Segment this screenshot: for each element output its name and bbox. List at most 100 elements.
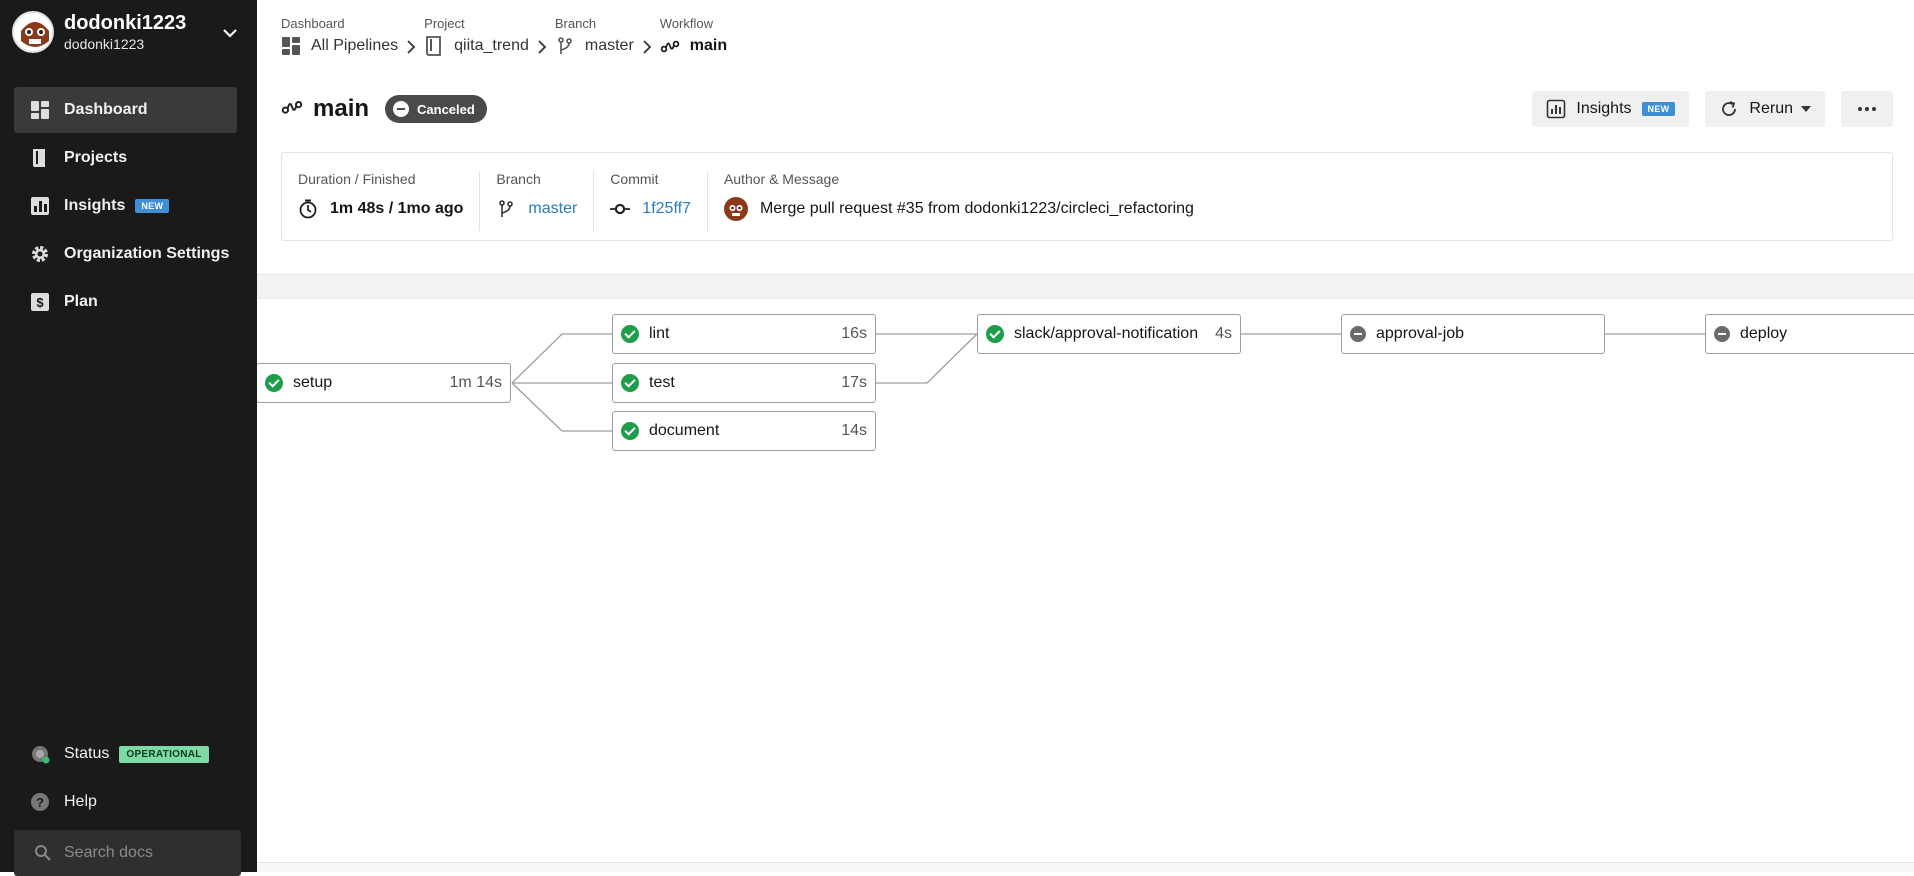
- commit-icon: [610, 199, 631, 219]
- status-badge: OPERATIONAL: [119, 745, 209, 763]
- breadcrumb-value: qiita_trend: [454, 37, 529, 54]
- search-docs-input[interactable]: [64, 844, 234, 862]
- status-badge-label: Canceled: [417, 101, 475, 117]
- page-header: main Canceled: [281, 92, 487, 126]
- horizontal-scrollbar[interactable]: [257, 862, 1914, 872]
- success-icon: [986, 325, 1004, 343]
- main-content: Dashboard All Pipelines Project qiita_tr…: [257, 0, 1914, 872]
- workflow-graph: setup 1m 14s lint 16s test 17s document …: [257, 299, 1914, 862]
- more-icon: [1857, 106, 1877, 112]
- breadcrumb-workflow[interactable]: Workflow main: [660, 16, 727, 60]
- search-docs[interactable]: [14, 830, 241, 876]
- author-label: Author & Message: [723, 171, 840, 187]
- caret-down-icon: [1801, 106, 1811, 112]
- commit-label: Commit: [610, 171, 659, 187]
- job-approval-job[interactable]: approval-job: [1341, 314, 1605, 354]
- commit-info: Commit 1f25ff7: [593, 171, 707, 231]
- workflow-icon: [660, 36, 680, 56]
- job-name: lint: [649, 325, 670, 342]
- sidebar: dodonki1223 dodonki1223 Dashboard Projec…: [0, 0, 257, 876]
- insights-button-label: Insights: [1576, 100, 1632, 117]
- breadcrumb-label: Project: [424, 16, 465, 31]
- job-test[interactable]: test 17s: [612, 363, 876, 403]
- branch-link[interactable]: master: [528, 200, 577, 218]
- gear-icon: [30, 244, 50, 264]
- insights-button[interactable]: Insights NEW: [1532, 91, 1690, 127]
- help-label: Help: [64, 793, 97, 810]
- project-icon: [424, 36, 444, 56]
- help-link[interactable]: ? Help: [14, 778, 241, 826]
- status-icon: [30, 744, 50, 764]
- insights-icon: [30, 196, 50, 216]
- chevron-down-icon[interactable]: [219, 22, 241, 44]
- chevron-right-icon: [634, 16, 660, 60]
- breadcrumb-dashboard[interactable]: Dashboard All Pipelines: [281, 16, 398, 60]
- help-icon: ?: [30, 792, 50, 812]
- sidebar-item-insights[interactable]: Insights NEW: [14, 183, 237, 229]
- rerun-button[interactable]: Rerun: [1705, 91, 1825, 127]
- canceled-icon: [1350, 326, 1366, 342]
- job-duration: 17s: [841, 374, 867, 391]
- timer-icon: [298, 199, 318, 219]
- branch-info: Branch master: [479, 171, 593, 231]
- success-icon: [621, 422, 639, 440]
- status-badge: Canceled: [385, 95, 487, 123]
- job-duration: 16s: [841, 325, 867, 342]
- canceled-icon: [1714, 326, 1730, 342]
- job-duration: 14s: [841, 422, 867, 439]
- sidebar-item-label: Plan: [64, 293, 98, 310]
- page-title: main: [313, 95, 370, 122]
- org-switcher[interactable]: dodonki1223 dodonki1223: [12, 10, 245, 54]
- chevron-right-icon: [398, 16, 424, 60]
- job-setup[interactable]: setup 1m 14s: [257, 363, 511, 403]
- sidebar-item-label: Insights: [64, 197, 126, 214]
- tabs-bar: [257, 274, 1914, 299]
- job-name: test: [649, 374, 675, 391]
- job-slack-approval-notification[interactable]: slack/approval-notification 4s: [977, 314, 1241, 354]
- job-deploy[interactable]: deploy: [1705, 314, 1914, 354]
- status-link[interactable]: Status OPERATIONAL: [14, 730, 241, 778]
- success-icon: [265, 374, 283, 392]
- breadcrumb-value: main: [689, 37, 728, 54]
- breadcrumb-branch[interactable]: Branch master: [555, 16, 634, 60]
- breadcrumb-value: All Pipelines: [311, 37, 399, 54]
- job-duration: 4s: [1215, 325, 1232, 342]
- job-lint[interactable]: lint 16s: [612, 314, 876, 354]
- pipelines-icon: [281, 36, 301, 56]
- commit-message: Merge pull request #35 from dodonki1223/…: [759, 200, 1194, 217]
- breadcrumb-label: Branch: [554, 16, 597, 31]
- author-info: Author & Message Merge pull request #35 …: [706, 171, 1210, 231]
- sidebar-nav: Dashboard Projects Insights NEW Organiza…: [14, 87, 237, 327]
- status-label: Status: [64, 745, 110, 762]
- author-avatar: [723, 197, 748, 221]
- job-name: setup: [293, 374, 333, 391]
- org-avatar: [12, 11, 54, 53]
- commit-link[interactable]: 1f25ff7: [642, 200, 691, 218]
- job-name: slack/approval-notification: [1014, 325, 1199, 342]
- sidebar-item-projects[interactable]: Projects: [14, 135, 237, 181]
- workflow-icon: [281, 98, 303, 120]
- job-name: deploy: [1740, 325, 1788, 342]
- org-name: dodonki1223: [64, 12, 187, 34]
- sidebar-item-organization-settings[interactable]: Organization Settings: [14, 231, 237, 277]
- new-badge: NEW: [135, 199, 170, 213]
- branch-icon: [555, 36, 575, 56]
- sidebar-item-dashboard[interactable]: Dashboard: [14, 87, 237, 133]
- breadcrumb-project[interactable]: Project qiita_trend: [424, 16, 529, 60]
- duration-info: Duration / Finished 1m 48s / 1mo ago: [282, 171, 479, 231]
- job-duration: 1m 14s: [449, 374, 502, 391]
- dollar-icon: $: [30, 292, 50, 312]
- more-options-button[interactable]: [1841, 91, 1893, 127]
- sidebar-item-label: Organization Settings: [64, 245, 230, 262]
- sidebar-item-label: Dashboard: [64, 101, 148, 118]
- duration-value: 1m 48s / 1mo ago: [330, 200, 464, 217]
- branch-icon: [496, 199, 516, 219]
- breadcrumb-value: master: [584, 37, 634, 54]
- job-name: document: [649, 422, 720, 439]
- branch-label: Branch: [496, 171, 541, 187]
- success-icon: [621, 325, 639, 343]
- job-name: approval-job: [1376, 325, 1465, 342]
- sidebar-item-plan[interactable]: $ Plan: [14, 279, 237, 325]
- job-document[interactable]: document 14s: [612, 411, 876, 451]
- canceled-icon: [393, 101, 410, 117]
